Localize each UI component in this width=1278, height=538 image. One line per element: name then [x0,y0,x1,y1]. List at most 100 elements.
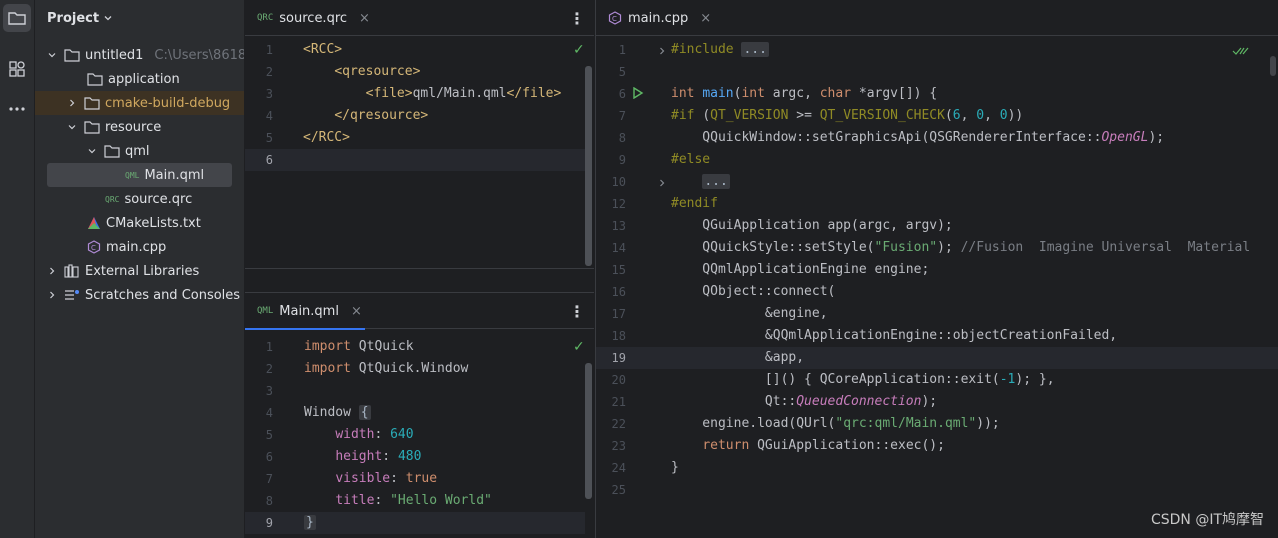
line-number: 10 [611,175,626,189]
code-token: : [374,427,391,442]
scratches-icon [64,288,80,302]
divider [245,268,594,269]
code-line: import QtQuick.Window [304,358,468,380]
code-token: &engine, [671,306,828,321]
tree-item[interactable]: Scratches and Consoles [35,283,244,307]
tree-item[interactable]: resource [35,115,244,139]
code-line: visible: true [304,468,437,490]
code-line: <RCC> [303,39,342,61]
tree-item[interactable]: untitled1 C:\Users\8618( [35,43,244,67]
code-token: } [304,515,316,530]
run-icon[interactable] [632,86,644,103]
scrollbar[interactable] [585,363,592,499]
close-icon[interactable]: × [351,304,362,319]
tab-bar: C main.cpp × [596,0,1278,36]
code-token: QT_VERSION [710,108,789,123]
chevron-right-icon[interactable] [47,265,59,277]
code-line: ... [671,171,730,193]
folder-icon [64,48,80,62]
code-line: &app, [671,347,804,369]
line-number: 7 [265,472,273,486]
code-line: title: "Hello World" [304,490,492,512]
tab-label: Main.qml [279,303,339,319]
fold-chevron-icon[interactable] [657,45,667,60]
tree-item[interactable]: qml [35,139,244,163]
structure-icon[interactable] [3,55,31,83]
chevron-right-icon[interactable] [47,289,59,301]
chevron-down-icon[interactable] [87,145,99,157]
chevron-down-icon[interactable] [47,49,59,61]
code-token: true [405,471,438,486]
code-token: OpenGL [1101,130,1149,145]
line-number: 20 [611,373,626,387]
code-line: } [304,512,316,534]
code-token: ); [921,394,938,409]
code-token: QGuiApplication::exec(); [757,438,945,453]
tree-item[interactable]: CMakeLists.txt [35,211,244,235]
code-token: -1 [999,372,1016,387]
code-line: height: 480 [304,446,421,468]
tree-item[interactable]: QML Main.qml [35,163,244,187]
code-token: import [304,361,351,376]
inspection-icon[interactable] [1232,44,1250,58]
tree-item[interactable]: External Libraries [35,259,244,283]
scrollbar[interactable] [585,66,592,266]
more-options-icon[interactable]: ⋮ [569,302,585,321]
tree-item-label: Scratches and Consoles [85,287,241,303]
chevron-right-icon[interactable] [67,97,79,109]
line-number: 5 [618,65,626,79]
chevron-down-icon[interactable] [67,121,79,133]
code-token: import [304,339,351,354]
project-header[interactable]: Project [47,9,113,27]
tree-item[interactable]: QRC source.qrc [35,187,244,211]
code-token: QObject::connect( [671,284,836,299]
code-line: #include ... [671,39,769,61]
line-number: 15 [611,263,626,277]
code-line: } [671,457,679,479]
tree-item[interactable]: cmake-build-debug [35,91,244,115]
code-line: QQuickStyle::setStyle("Fusion"); //Fusio… [671,237,1250,259]
close-icon[interactable]: × [359,11,370,26]
code-token: 0 [999,108,1008,123]
line-number: 19 [611,351,626,365]
tab-source-qrc[interactable]: QRC source.qrc × [245,0,370,36]
close-icon[interactable]: × [700,11,711,26]
more-icon[interactable] [3,95,31,123]
code-line: &engine, [671,303,828,325]
code-token: return [702,438,758,453]
line-number: 23 [611,439,626,453]
scrollbar[interactable] [1270,56,1276,76]
code-token: 480 [397,449,422,464]
more-options-icon[interactable]: ⋮ [569,9,585,28]
code-token: title [335,493,375,508]
active-tab-indicator [245,328,365,330]
code-token: *argv[]) { [858,86,938,101]
cpp-file-icon: C [608,11,622,25]
line-number: 3 [265,87,273,101]
code-token: engine.load(QUrl( [671,416,836,431]
tree-item[interactable]: application [35,67,244,91]
tree-item-label: main.cpp [106,239,167,255]
tab-main-cpp[interactable]: C main.cpp × [596,0,716,36]
code-line: QGuiApplication app(argc, argv); [671,215,952,237]
code-line: []() { QCoreApplication::exit(-1); }, [671,369,1055,391]
line-number: 9 [265,516,273,530]
code-token: "Hello World" [390,493,492,508]
code-token: qml/Main.qml [412,86,507,101]
code-token: </RCC> [303,130,350,145]
fold-chevron-icon[interactable] [657,177,667,192]
code-line: </RCC> [303,127,350,149]
qrc-file-icon: QRC [257,13,274,23]
code-token: Window [304,405,359,420]
tree-item[interactable]: Cmain.cpp [35,235,244,259]
folder-icon [84,120,100,134]
tab-main-qml[interactable]: QML Main.qml × [245,293,365,330]
folder-icon[interactable] [3,4,31,32]
line-number: 4 [265,109,273,123]
editor-main-cpp: C main.cpp × 1 #include ... 5 6 int main(int… [595,0,1278,538]
code-token: &QQmlApplicationEngine::objectCreationFa… [671,328,1118,343]
